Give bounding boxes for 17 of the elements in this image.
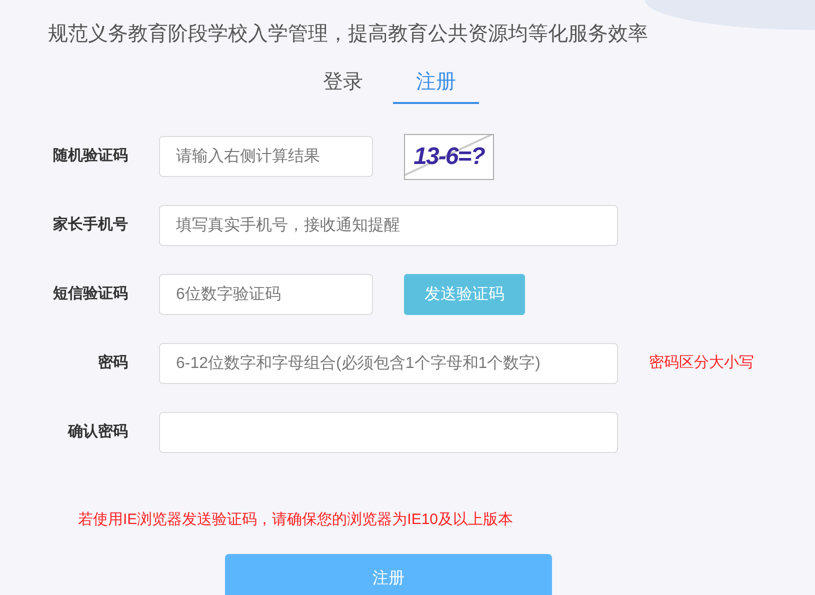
input-field[interactable]: 请输入右侧计算结果 — [159, 136, 373, 177]
captcha-image: 13-6=? — [404, 134, 494, 180]
field-label: 家长手机号 — [52, 215, 128, 236]
field-label: 密码 — [97, 353, 128, 374]
case-note: 密码区分大小写 — [649, 353, 754, 374]
input-field[interactable]: 6位数字验证码 — [159, 274, 373, 315]
input-field[interactable]: 填写真实手机号，接收通知提醒 — [159, 205, 618, 246]
send-code-button[interactable]: 发送验证码 — [404, 274, 525, 315]
register-button[interactable]: 注册 — [225, 554, 552, 595]
tab[interactable]: 注册 — [393, 62, 479, 104]
field-label: 短信验证码 — [52, 284, 128, 304]
field-label: 随机验证码 — [52, 146, 128, 166]
field-label: 确认密码 — [66, 422, 128, 442]
tab[interactable]: 登录 — [300, 62, 386, 104]
headline: 规范义务教育阶段学校入学管理，提高教育公共资源均等化服务效率 — [48, 22, 648, 47]
browser-warning: 若使用IE浏览器发送验证码，请确保您的浏览器为IE10及以上版本 — [77, 510, 514, 530]
input-field[interactable]: 6-12位数字和字母组合(必须包含1个字母和1个数字) — [159, 343, 618, 384]
